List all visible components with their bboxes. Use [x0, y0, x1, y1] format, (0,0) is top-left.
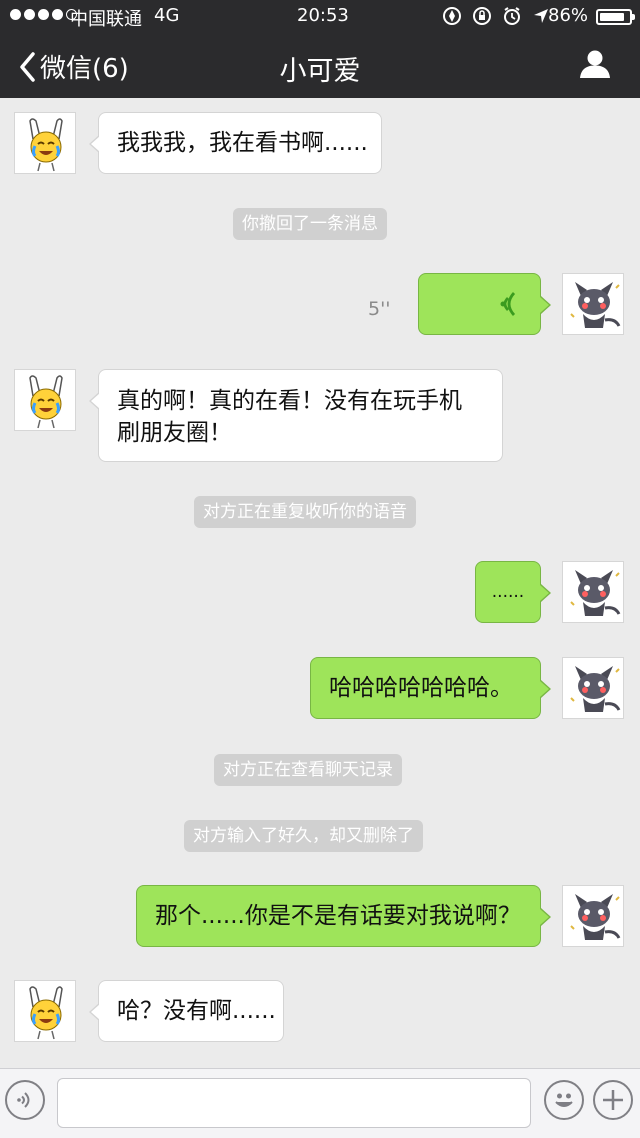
system-notice: 对方正在重复收听你的语音	[194, 496, 416, 528]
system-notice: 对方正在查看聊天记录	[214, 754, 402, 786]
message-text: 那个......你是不是有话要对我说啊？	[155, 903, 521, 929]
plus-icon	[603, 1090, 623, 1110]
orientation-lock-icon	[473, 7, 491, 25]
clock: 20:53	[297, 5, 349, 26]
message-text: 哈哈哈哈哈哈哈。	[329, 675, 513, 701]
alarm-icon	[504, 7, 520, 25]
battery-icon	[596, 9, 635, 25]
message-input[interactable]	[57, 1078, 531, 1128]
voice-message-bubble[interactable]	[418, 273, 551, 335]
contact-avatar[interactable]	[14, 980, 76, 1042]
emoji-button[interactable]	[544, 1080, 584, 1120]
signal-strength-icon	[10, 9, 77, 20]
message-bubble-sent[interactable]: 那个......你是不是有话要对我说啊？	[136, 885, 551, 947]
chat-title: 小可爱	[279, 56, 361, 87]
status-bar: 中国联通 4G 20:53 86%	[0, 0, 640, 32]
voice-input-toggle[interactable]	[5, 1080, 45, 1120]
contact-avatar[interactable]	[14, 369, 76, 431]
battery-percent: 86%	[548, 5, 589, 26]
system-notice: 你撤回了一条消息	[233, 208, 387, 240]
my-avatar[interactable]	[562, 885, 624, 947]
smiley-icon	[555, 1093, 573, 1107]
chat-input-bar	[0, 1068, 640, 1138]
location-compass-icon	[443, 7, 461, 25]
network-type: 4G	[154, 5, 180, 26]
message-text: ......	[491, 582, 525, 602]
voice-wave-icon	[500, 292, 516, 316]
carrier-name: 中国联通	[70, 9, 142, 30]
more-button[interactable]	[593, 1080, 633, 1120]
voice-duration: 5''	[368, 298, 391, 320]
message-bubble-sent[interactable]: 哈哈哈哈哈哈哈。	[310, 657, 551, 719]
message-text-line: 真的啊！真的在看！没有在玩手机	[117, 388, 462, 414]
my-avatar[interactable]	[562, 273, 624, 335]
message-text: 我我我，我在看书啊......	[117, 130, 368, 156]
message-bubble-received[interactable]: 真的啊！真的在看！没有在玩手机 刷朋友圈！	[89, 369, 503, 462]
my-avatar[interactable]	[562, 561, 624, 623]
my-avatar[interactable]	[562, 657, 624, 719]
contact-avatar[interactable]	[14, 112, 76, 174]
message-bubble-received[interactable]: 哈？没有啊......	[89, 980, 284, 1042]
message-text-line: 刷朋友圈！	[117, 420, 232, 446]
person-icon	[580, 50, 610, 78]
message-bubble-sent[interactable]: ......	[475, 561, 551, 623]
system-notice: 对方输入了好久，却又删除了	[184, 820, 423, 852]
message-text: 哈？没有啊......	[117, 998, 276, 1024]
voice-wave-icon	[17, 1092, 30, 1108]
chat-header: 微信(6) 小可爱	[0, 32, 640, 98]
chat-info-button[interactable]	[578, 49, 612, 83]
message-bubble-received[interactable]: 我我我，我在看书啊......	[89, 112, 382, 174]
